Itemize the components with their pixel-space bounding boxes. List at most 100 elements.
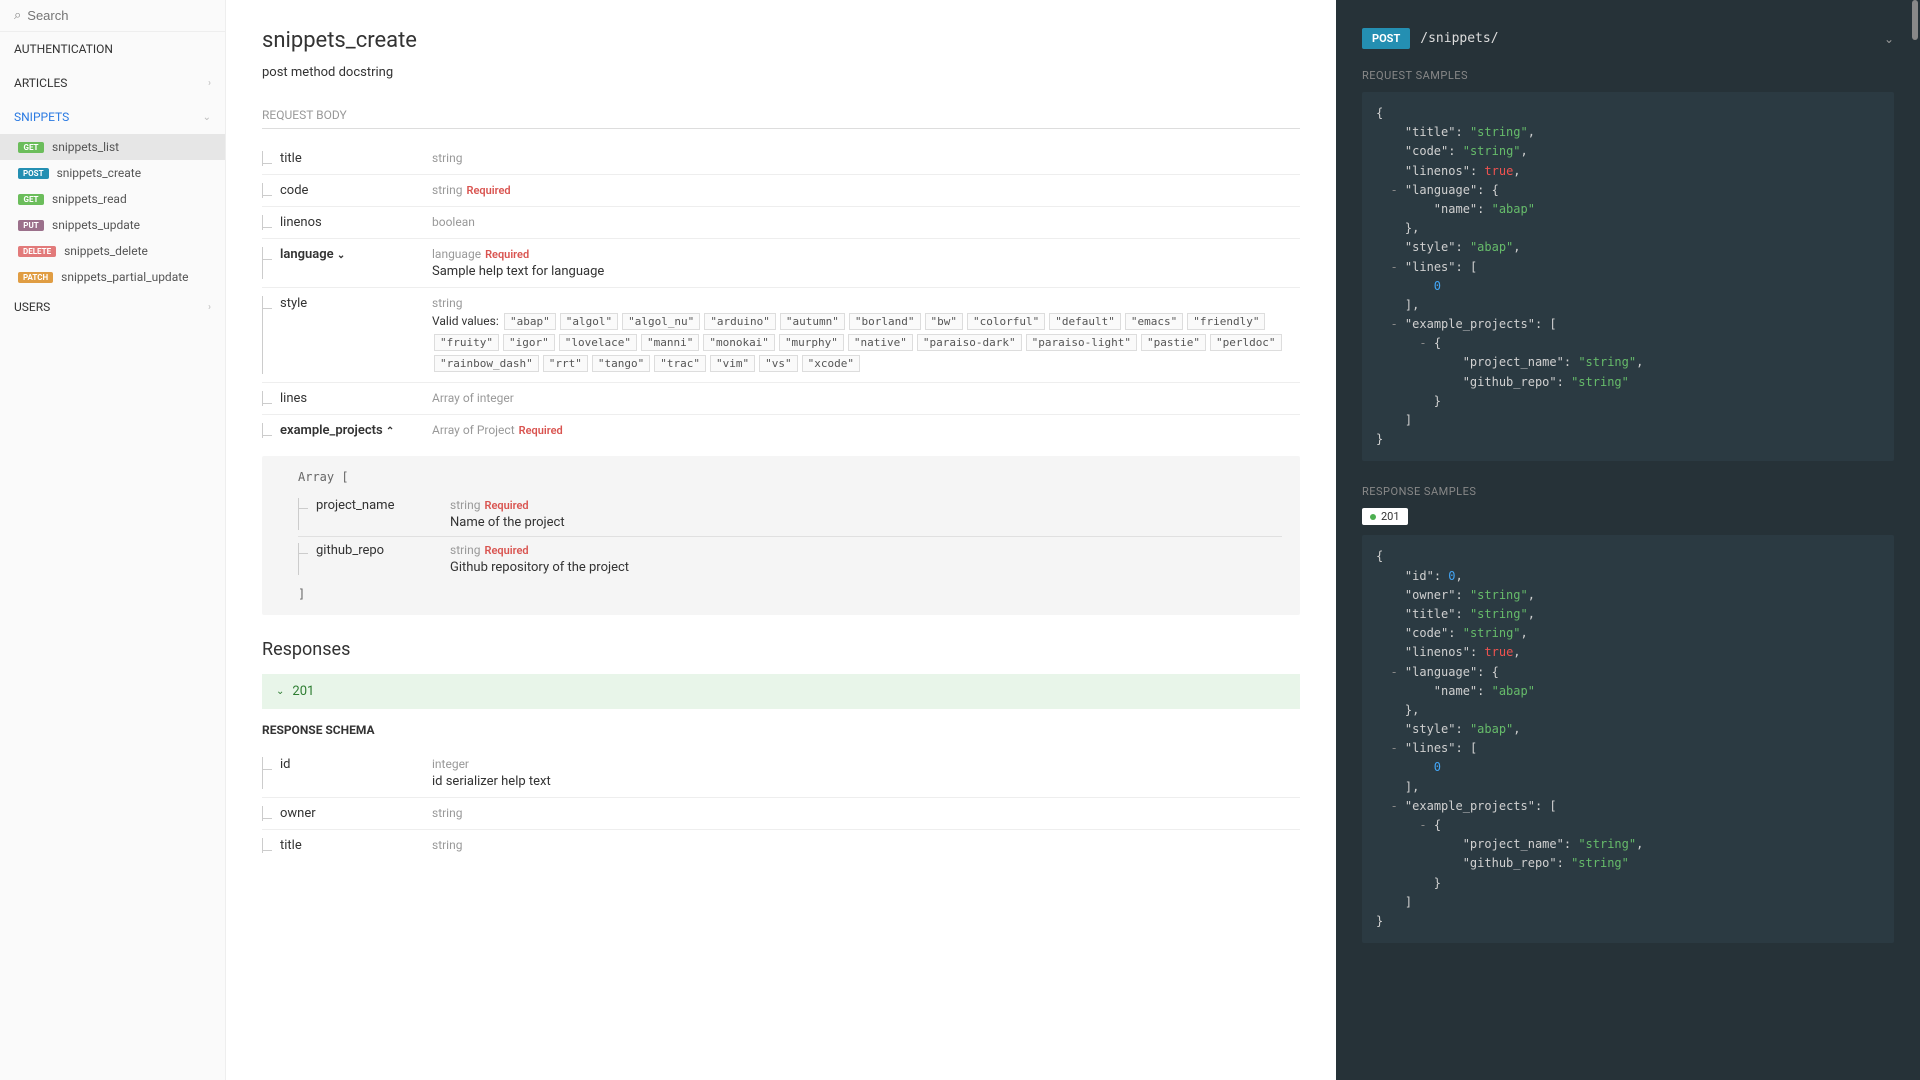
array-close: ]: [280, 587, 1282, 601]
chevron-down-icon[interactable]: ⌄: [1884, 32, 1894, 46]
enum-value: "murphy": [779, 334, 844, 351]
response-status: 201: [292, 684, 314, 699]
enum-value: "tango": [592, 355, 650, 372]
enum-value: "bw": [925, 313, 964, 330]
field-name: title: [280, 838, 302, 853]
field-desc: Sample help text for language: [432, 264, 1300, 279]
method-badge-get: GET: [18, 194, 44, 205]
nav-snippets-create[interactable]: POST snippets_create: [0, 160, 225, 186]
search-input[interactable]: [27, 8, 211, 23]
enum-value: "lovelace": [559, 334, 637, 351]
nav-snippets-delete[interactable]: DELETE snippets_delete: [0, 238, 225, 264]
enum-value: "rrt": [543, 355, 588, 372]
chevron-down-icon: ⌄: [276, 686, 284, 697]
nav-item-label: snippets_delete: [64, 244, 148, 258]
field-name: owner: [280, 806, 316, 821]
nested-field-project-name: project_name stringRequired Name of the …: [298, 492, 1282, 537]
enum-value: "algol_nu": [622, 313, 700, 330]
response-field-owner: owner string: [262, 798, 1300, 830]
field-code: code string Required: [262, 175, 1300, 207]
field-name: code: [280, 183, 308, 198]
field-desc: id serializer help text: [432, 774, 1300, 789]
nav-snippets-list[interactable]: GET snippets_list: [0, 134, 225, 160]
page-title: snippets_create: [262, 28, 1300, 53]
nested-schema-box: Array [ project_name stringRequired Name…: [262, 456, 1300, 615]
field-style: style string Valid values: "abap""algol"…: [262, 288, 1300, 383]
field-type-prefix: Array of integer: [432, 391, 514, 405]
chevron-down-icon: ⌄: [203, 112, 211, 123]
code-panel: POST /snippets/ ⌄ REQUEST SAMPLES { "tit…: [1336, 0, 1920, 1080]
enum-value: "arduino": [704, 313, 776, 330]
request-body-label: REQUEST BODY: [262, 108, 1300, 129]
sidebar: ⌕ AUTHENTICATION ARTICLES › SNIPPETS ⌄ G…: [0, 0, 226, 1080]
scrollbar-thumb[interactable]: [1912, 0, 1918, 40]
nav-articles-label: ARTICLES: [14, 76, 67, 90]
chevron-right-icon: ›: [208, 302, 211, 313]
required-label: Required: [466, 184, 510, 197]
nav-snippets[interactable]: SNIPPETS ⌄: [0, 100, 225, 134]
field-name: project_name: [316, 498, 394, 513]
field-title: title string: [262, 143, 1300, 175]
field-type: language: [432, 247, 481, 261]
enum-value: "trac": [654, 355, 706, 372]
method-badge-put: PUT: [18, 220, 44, 231]
field-type: Array of Project: [432, 423, 515, 437]
nav-item-label: snippets_read: [52, 192, 127, 206]
nav-articles[interactable]: ARTICLES ›: [0, 66, 225, 100]
valid-values-label: Valid values:: [432, 314, 499, 328]
endpoint-path: /snippets/: [1420, 31, 1874, 46]
nested-field-github-repo: github_repo string Required Github reposi…: [298, 537, 1282, 581]
required-label: Required: [484, 544, 528, 557]
nav-snippets-partial-update[interactable]: PATCH snippets_partial_update: [0, 264, 225, 290]
field-type: string: [432, 296, 462, 310]
method-badge-delete: DELETE: [18, 246, 56, 257]
field-name-expandable[interactable]: example_projects ⌃: [280, 423, 394, 438]
nav-snippets-label: SNIPPETS: [14, 110, 69, 124]
main-content: snippets_create post method docstring RE…: [226, 0, 1336, 1080]
chevron-right-icon: ›: [208, 78, 211, 89]
nav-snippets-read[interactable]: GET snippets_read: [0, 186, 225, 212]
enum-value: "monokai": [703, 334, 775, 351]
enum-value: "colorful": [967, 313, 1045, 330]
field-type: string: [450, 543, 480, 557]
field-name: github_repo: [316, 543, 384, 558]
nav-item-label: snippets_partial_update: [61, 270, 188, 284]
responses-heading: Responses: [262, 639, 1300, 660]
field-language: language ⌄ languageRequired Sample help …: [262, 239, 1300, 288]
field-name-expandable[interactable]: language ⌄: [280, 247, 345, 262]
field-type: string: [432, 838, 462, 852]
field-type: string: [432, 806, 462, 820]
enum-value: "perldoc": [1210, 334, 1282, 351]
status-dot-icon: [1370, 514, 1376, 520]
request-sample-code[interactable]: { "title": "string", "code": "string", "…: [1362, 92, 1894, 461]
method-badge-patch: PATCH: [18, 272, 53, 283]
nav-authentication[interactable]: AUTHENTICATION: [0, 32, 225, 66]
field-linenos: linenos boolean: [262, 207, 1300, 239]
enum-list: "abap""algol""algol_nu""arduino""autumn"…: [432, 314, 1284, 371]
field-desc: Github repository of the project: [450, 560, 629, 575]
response-status-bar[interactable]: ⌄ 201: [262, 674, 1300, 709]
field-lines: lines Array of integer: [262, 383, 1300, 415]
enum-value: "igor": [503, 334, 555, 351]
field-type: string: [432, 151, 462, 165]
field-example-projects: example_projects ⌃ Array of ProjectRequi…: [262, 415, 1300, 446]
field-name: title: [280, 151, 302, 166]
response-sample-code[interactable]: { "id": 0, "owner": "string", "title": "…: [1362, 535, 1894, 943]
response-status-chip[interactable]: 201: [1362, 508, 1408, 525]
response-schema-label: RESPONSE SCHEMA: [262, 723, 1300, 737]
nav-users[interactable]: USERS ›: [0, 290, 225, 324]
response-samples-label: RESPONSE SAMPLES: [1362, 485, 1894, 498]
enum-value: "pastie": [1141, 334, 1206, 351]
field-type: integer: [432, 757, 469, 771]
method-badge-get: GET: [18, 142, 44, 153]
endpoint-row: POST /snippets/ ⌄: [1362, 28, 1894, 49]
chevron-up-icon: ⌃: [386, 426, 394, 437]
enum-value: "vs": [759, 355, 798, 372]
method-badge-post: POST: [18, 168, 49, 179]
method-pill: POST: [1362, 28, 1410, 49]
array-open: Array [: [280, 470, 1282, 484]
field-type: string: [432, 183, 462, 197]
field-type: boolean: [432, 215, 475, 229]
request-samples-label: REQUEST SAMPLES: [1362, 69, 1894, 82]
nav-snippets-update[interactable]: PUT snippets_update: [0, 212, 225, 238]
